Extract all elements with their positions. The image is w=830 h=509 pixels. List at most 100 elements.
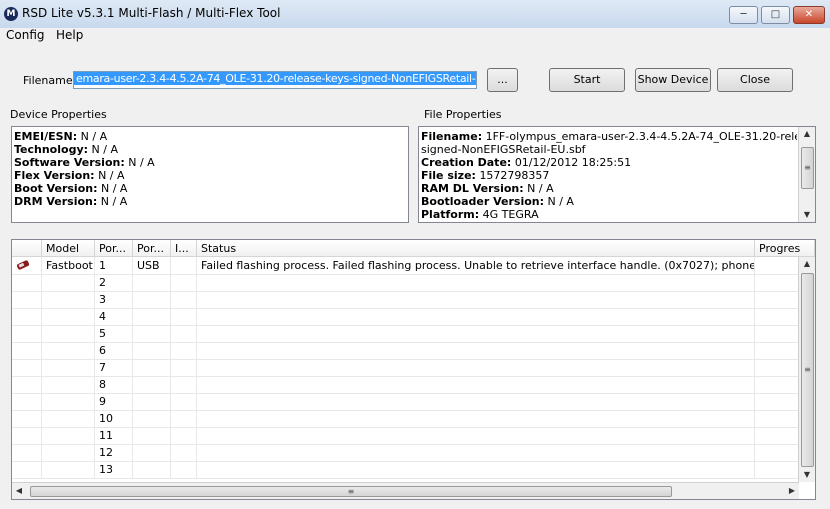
filename-label: Filename: — [23, 74, 77, 87]
cell-progress — [755, 410, 799, 427]
scroll-up-icon[interactable]: ▲ — [799, 127, 815, 141]
grid-vertical-scrollbar[interactable]: ▲ ≡ ▼ — [798, 257, 815, 482]
column-header-port-type[interactable]: Por... — [133, 240, 171, 257]
column-header-port[interactable]: Por... — [95, 240, 133, 257]
table-row[interactable]: 4 — [12, 308, 799, 326]
table-row[interactable]: 13 — [12, 461, 799, 479]
start-button[interactable]: Start — [549, 68, 625, 92]
filename-value: emara-user-2.3.4-4.5.2A-74_OLE-31.20-rel… — [74, 72, 476, 85]
cell-status — [197, 427, 755, 444]
table-row[interactable]: 7 — [12, 359, 799, 377]
row-icon-cell — [12, 427, 42, 444]
table-row[interactable]: 12 — [12, 444, 799, 462]
file-properties-scrollbar[interactable]: ▲ ≡ ▼ — [798, 127, 815, 222]
device-prop-row: Flex Version: N / A — [14, 169, 125, 182]
column-header-model[interactable]: Model — [42, 240, 95, 257]
cell-status — [197, 461, 755, 478]
title-bar[interactable]: M RSD Lite v5.3.1 Multi-Flash / Multi-Fl… — [0, 0, 830, 29]
filename-field[interactable]: emara-user-2.3.4-4.5.2A-74_OLE-31.20-rel… — [73, 71, 477, 89]
file-prop-row: Bootloader Version: N / A — [421, 195, 574, 208]
row-icon-cell — [12, 257, 42, 274]
cell-model — [42, 359, 95, 376]
table-row[interactable]: 11 — [12, 427, 799, 445]
row-icon-cell — [12, 308, 42, 325]
scroll-down-icon[interactable]: ▼ — [799, 468, 815, 482]
row-icon-cell — [12, 376, 42, 393]
file-prop-row: Platform: 4G TEGRA — [421, 208, 539, 221]
cell-model — [42, 427, 95, 444]
phone-icon — [15, 259, 31, 271]
scroll-down-icon[interactable]: ▼ — [799, 208, 815, 222]
device-properties-panel: EMEI/ESN: N / A Technology: N / A Softwa… — [11, 126, 409, 223]
minimize-button[interactable]: ─ — [729, 6, 758, 24]
cell-i — [171, 376, 197, 393]
grid-horizontal-scrollbar[interactable]: ◀ ≡ ▶ — [12, 482, 799, 499]
close-window-button[interactable]: ✕ — [793, 6, 825, 24]
scroll-right-icon[interactable]: ▶ — [785, 483, 799, 499]
table-row[interactable]: 9 — [12, 393, 799, 411]
row-icon-cell — [12, 291, 42, 308]
cell-port: 10 — [95, 410, 133, 427]
cell-model — [42, 342, 95, 359]
column-header-status[interactable]: Status — [197, 240, 755, 257]
cell-port-type — [133, 461, 171, 478]
column-header-progress[interactable]: Progres — [755, 240, 815, 257]
cell-model — [42, 393, 95, 410]
scroll-thumb[interactable]: ≡ — [801, 273, 814, 467]
file-prop-row: Creation Date: 01/12/2012 18:25:51 — [421, 156, 632, 169]
device-prop-row: Software Version: N / A — [14, 156, 155, 169]
cell-progress — [755, 342, 799, 359]
scroll-thumb[interactable]: ≡ — [801, 147, 814, 189]
cell-i — [171, 427, 197, 444]
window-title: RSD Lite v5.3.1 Multi-Flash / Multi-Flex… — [22, 6, 281, 20]
cell-progress — [755, 444, 799, 461]
file-properties-panel: Filename: 1FF-olympus_emara-user-2.3.4-4… — [418, 126, 816, 223]
cell-status — [197, 410, 755, 427]
cell-port-type — [133, 359, 171, 376]
cell-model — [42, 444, 95, 461]
cell-status — [197, 342, 755, 359]
table-row[interactable]: 5 — [12, 325, 799, 343]
cell-i — [171, 274, 197, 291]
cell-progress — [755, 308, 799, 325]
close-button[interactable]: Close — [717, 68, 793, 92]
table-row[interactable]: 10 — [12, 410, 799, 428]
cell-port: 1 — [95, 257, 133, 274]
cell-progress — [755, 325, 799, 342]
cell-progress — [755, 427, 799, 444]
cell-port-type — [133, 308, 171, 325]
file-prop-row: Filename: 1FF-olympus_emara-user-2.3.4-4… — [421, 130, 797, 143]
file-properties-heading: File Properties — [424, 108, 502, 121]
column-header-icon[interactable] — [12, 240, 42, 257]
show-device-button[interactable]: Show Device — [635, 68, 711, 92]
maximize-icon: □ — [770, 9, 781, 20]
cell-port: 2 — [95, 274, 133, 291]
cell-port: 5 — [95, 325, 133, 342]
file-prop-row: File size: 1572798357 — [421, 169, 550, 182]
file-prop-row: signed-NonEFIGSRetail-EU.sbf — [421, 143, 586, 156]
menu-config[interactable]: Config — [6, 28, 45, 42]
maximize-button[interactable]: □ — [761, 6, 790, 24]
table-row[interactable]: 2 — [12, 274, 799, 292]
cell-i — [171, 308, 197, 325]
cell-port-type — [133, 376, 171, 393]
menu-help[interactable]: Help — [56, 28, 83, 42]
table-row[interactable]: Fastboot 1 USB Failed flashing process. Fai… — [12, 257, 799, 275]
browse-button[interactable]: ... — [487, 68, 518, 92]
row-icon-cell — [12, 342, 42, 359]
column-header-i[interactable]: I... — [171, 240, 197, 257]
cell-status — [197, 444, 755, 461]
table-row[interactable]: 8 — [12, 376, 799, 394]
table-row[interactable]: 3 — [12, 291, 799, 309]
cell-model: Fastboot — [42, 257, 95, 274]
table-row[interactable]: 6 — [12, 342, 799, 360]
scroll-left-icon[interactable]: ◀ — [12, 483, 26, 499]
scroll-thumb[interactable]: ≡ — [30, 486, 672, 497]
cell-status — [197, 325, 755, 342]
cell-status — [197, 308, 755, 325]
scroll-up-icon[interactable]: ▲ — [799, 257, 815, 271]
row-icon-cell — [12, 359, 42, 376]
cell-port: 7 — [95, 359, 133, 376]
cell-progress — [755, 359, 799, 376]
cell-model — [42, 461, 95, 478]
